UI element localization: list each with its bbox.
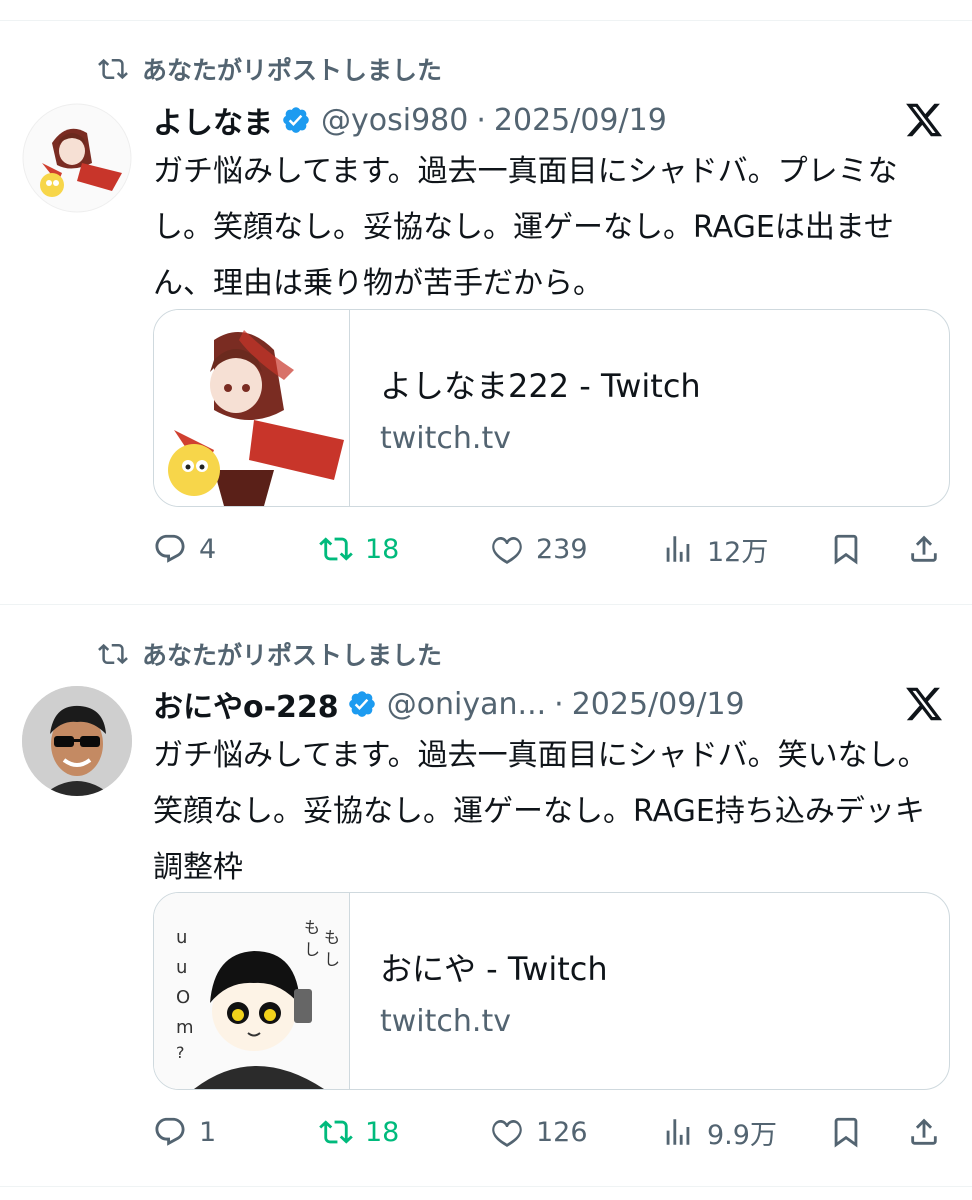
like-count: 126	[536, 1116, 588, 1148]
share-icon	[911, 1118, 937, 1145]
avatar[interactable]	[22, 103, 132, 213]
like-count: 239	[536, 533, 588, 565]
reply-icon	[155, 1117, 185, 1146]
avatar[interactable]	[22, 686, 132, 796]
action-bar: 4 18 239 12万	[153, 527, 943, 571]
link-card[interactable]: よしなま222 - Twitch twitch.tv	[153, 309, 950, 507]
avatar-image	[22, 686, 132, 796]
svg-text:し: し	[324, 950, 340, 969]
tweet-date[interactable]: 2025/09/19	[494, 103, 667, 138]
x-logo-icon	[906, 103, 943, 137]
repost-count: 18	[365, 1116, 400, 1148]
header-separator: ·	[554, 686, 564, 722]
share-button[interactable]	[907, 1110, 941, 1154]
views-button[interactable]: 9.9万	[661, 1110, 777, 1154]
bookmark-icon	[834, 1117, 858, 1148]
user-handle[interactable]: @oniyan...	[387, 687, 546, 722]
tweet-header: よしなま @yosi980 · 2025/09/19	[153, 98, 667, 142]
reply-button[interactable]: 1	[153, 1110, 216, 1154]
svg-text:し: し	[304, 940, 320, 959]
tweet-2[interactable]: あなたがリポストしました おにやo-228 @oniyan... · 2025/…	[0, 604, 972, 1200]
action-bar: 1 18 126 9.9万	[153, 1110, 943, 1154]
views-count: 12万	[707, 536, 769, 568]
header-separator: ·	[476, 102, 486, 138]
verified-badge-icon	[348, 691, 375, 717]
views-count: 9.9万	[707, 1119, 777, 1151]
repost-icon	[98, 643, 128, 665]
user-handle[interactable]: @yosi980	[321, 103, 468, 138]
card-thumbnail	[154, 310, 350, 506]
tweet-header: おにやo-228 @oniyan... · 2025/09/19	[153, 682, 745, 726]
repost-button[interactable]: 18	[319, 527, 399, 571]
tweet-text: ガチ悩みしてます。過去一真面目にシャドバ。笑いなし。笑顔なし。妥協なし。運ゲーな…	[153, 738, 928, 885]
tweet-1[interactable]: あなたがリポストしました よしなま @yosi980 · 2025/09/19 …	[0, 0, 972, 604]
avatar-image	[22, 103, 132, 213]
svg-text:も: も	[324, 928, 340, 947]
card-body: おにや - Twitch twitch.tv	[350, 893, 608, 1089]
repost-icon	[319, 1120, 353, 1144]
card-title: よしなま222 - Twitch	[380, 366, 701, 405]
card-thumbnail: u u O m ? も し も し	[154, 893, 350, 1089]
views-icon	[666, 536, 690, 562]
svg-text:u: u	[176, 927, 187, 948]
repost-indicator: あなたがリポストしました	[98, 52, 442, 86]
repost-count: 18	[365, 533, 400, 565]
svg-text:も: も	[304, 918, 320, 937]
bookmark-button[interactable]	[829, 527, 863, 571]
display-name[interactable]: よしなま	[153, 98, 273, 142]
like-button[interactable]: 126	[490, 1110, 588, 1154]
reply-count: 1	[199, 1116, 217, 1148]
repost-indicator: あなたがリポストしました	[98, 637, 442, 671]
tweet-date[interactable]: 2025/09/19	[572, 687, 745, 722]
reply-count: 4	[199, 533, 217, 565]
svg-text:O: O	[176, 987, 190, 1008]
x-logo-icon	[906, 687, 943, 721]
reply-icon	[155, 534, 185, 563]
views-icon	[666, 1119, 690, 1145]
like-icon	[492, 536, 522, 564]
share-button[interactable]	[907, 527, 941, 571]
bookmark-button[interactable]	[829, 1110, 863, 1154]
reply-button[interactable]: 4	[153, 527, 216, 571]
link-card[interactable]: u u O m ? も し も し おにや - Twitch twitch.tv	[153, 892, 950, 1090]
like-icon	[492, 1119, 522, 1147]
card-domain: twitch.tv	[380, 1003, 511, 1039]
bookmark-icon	[834, 534, 858, 565]
repost-icon	[319, 537, 353, 561]
like-button[interactable]: 239	[490, 527, 588, 571]
display-name[interactable]: おにやo-228	[153, 682, 339, 726]
card-body: よしなま222 - Twitch twitch.tv	[350, 310, 701, 506]
repost-icon	[98, 58, 128, 80]
svg-text:u: u	[176, 957, 187, 978]
bottom-divider	[0, 1186, 972, 1187]
repost-label: あなたがリポストしました	[142, 56, 443, 85]
views-button[interactable]: 12万	[661, 527, 768, 571]
card-domain: twitch.tv	[380, 420, 511, 456]
tweet-text: ガチ悩みしてます。過去一真面目にシャドバ。プレミなし。笑顔なし。妥協なし。運ゲー…	[153, 154, 898, 301]
svg-text:?: ?	[176, 1043, 185, 1062]
svg-text:m: m	[176, 1017, 194, 1038]
share-icon	[911, 535, 937, 562]
verified-badge-icon	[283, 107, 309, 133]
card-title: おにや - Twitch	[380, 949, 608, 988]
repost-button[interactable]: 18	[319, 1110, 399, 1154]
repost-label: あなたがリポストしました	[142, 641, 443, 670]
